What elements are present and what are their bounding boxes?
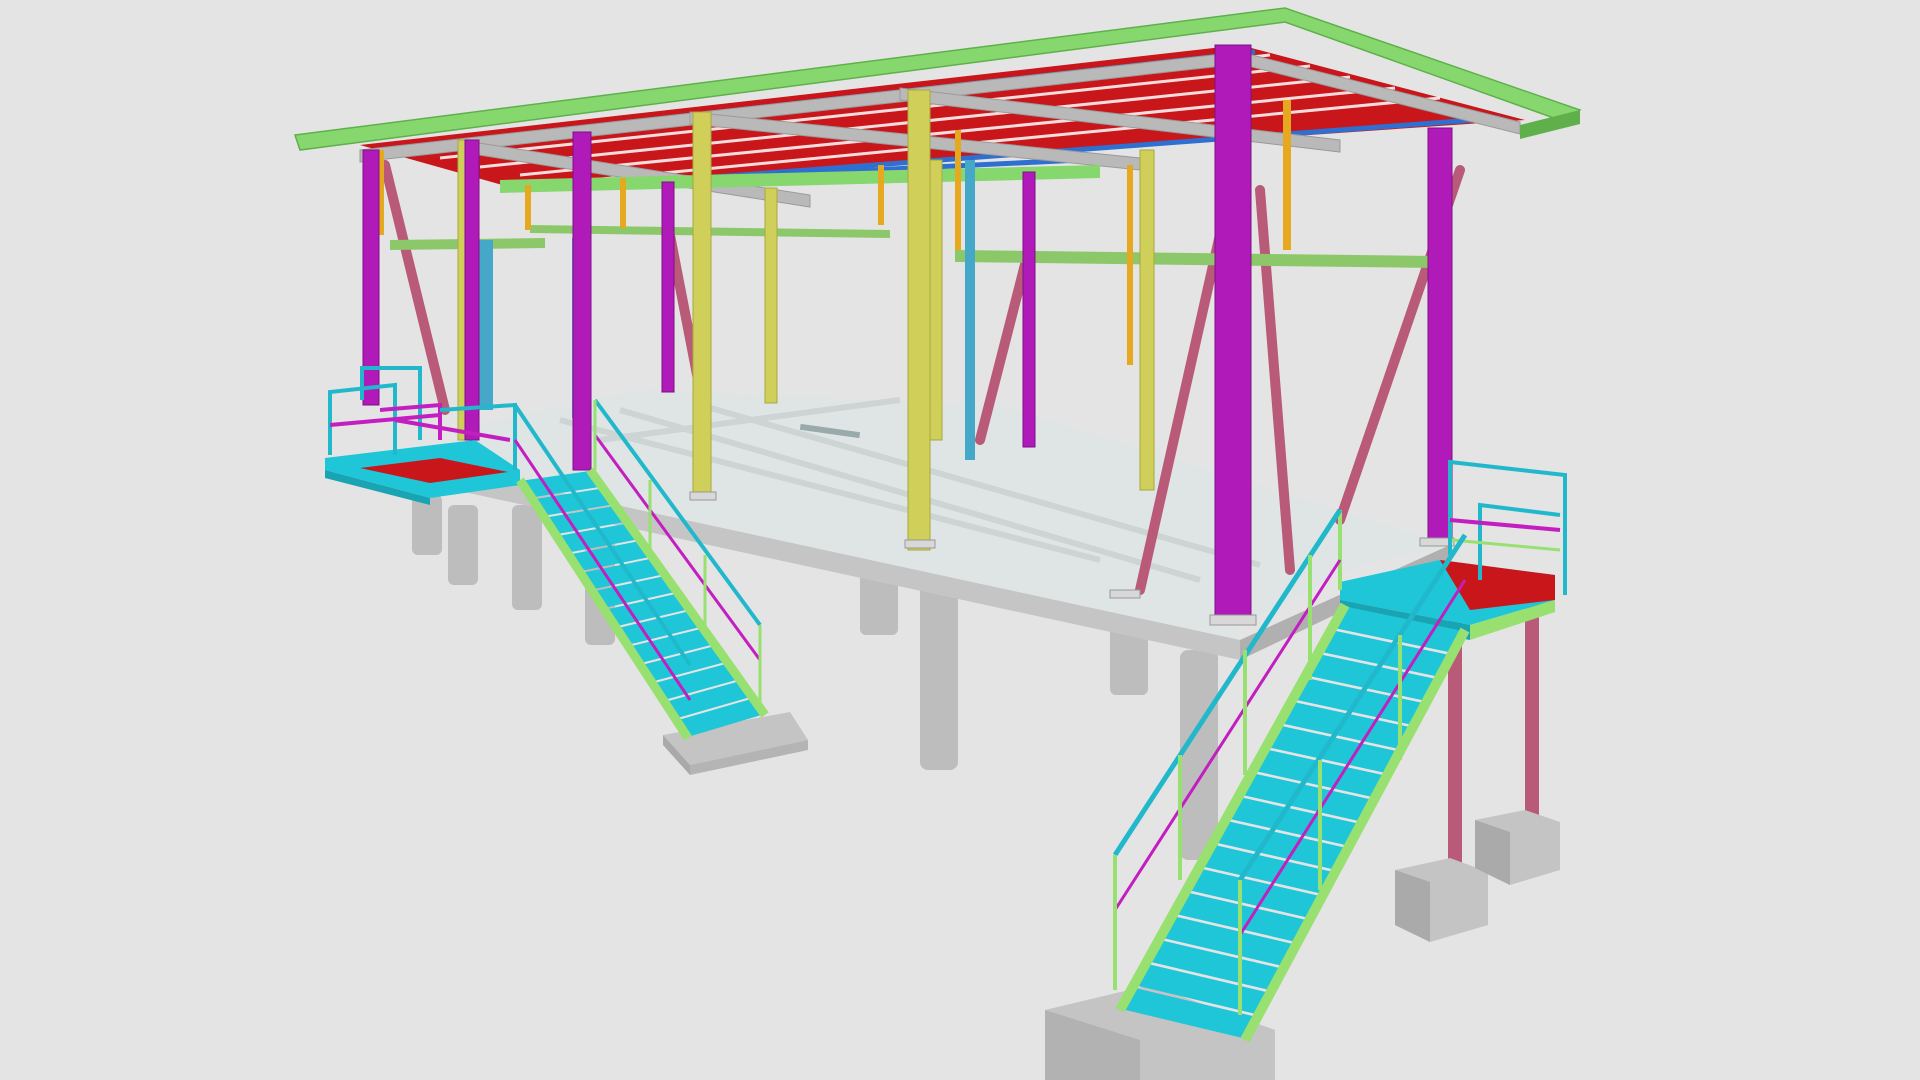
column xyxy=(692,111,712,498)
steel-structure-model xyxy=(0,0,1920,1080)
column xyxy=(907,89,931,551)
column xyxy=(965,160,975,460)
3d-model-viewport[interactable] xyxy=(0,0,1920,1080)
pile xyxy=(1180,650,1218,860)
column xyxy=(1139,149,1155,491)
column xyxy=(464,139,480,441)
column xyxy=(572,131,592,471)
column xyxy=(929,159,943,441)
pile xyxy=(512,505,542,610)
column xyxy=(764,187,778,404)
column xyxy=(1214,44,1252,621)
column xyxy=(661,181,675,393)
pile xyxy=(448,505,478,585)
pile xyxy=(920,575,958,770)
column xyxy=(1022,171,1036,448)
